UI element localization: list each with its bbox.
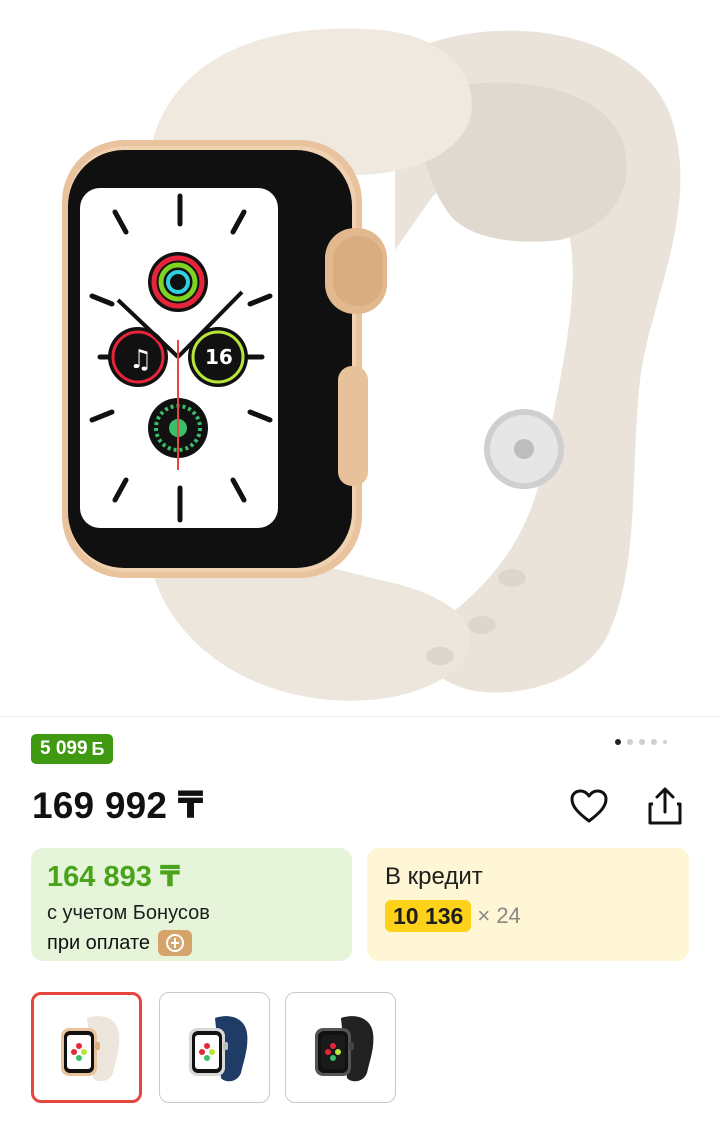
credit-monthly-amount: 10 136: [385, 900, 472, 932]
bonus-currency: Б: [91, 739, 105, 759]
watch-thumbnail-icon: [60, 1015, 119, 1081]
watch-thumbnail-icon: [188, 1015, 247, 1081]
bonus-badge: 5 099 Б: [31, 734, 114, 764]
credit-title: В кредит: [385, 863, 483, 890]
product-page: ♫ 16 5 099 Б 169 992 ₸ 164 893 ₸ с учето…: [0, 0, 720, 1130]
product-image-gallery[interactable]: ♫ 16: [0, 0, 720, 716]
apple-watch-image: ♫ 16: [62, 28, 681, 701]
variant-thumb-midnight[interactable]: [285, 992, 396, 1103]
credit-offer-card[interactable]: В кредит 10 136 × 24: [367, 848, 689, 961]
kaspi-pay-icon: [158, 930, 193, 956]
variant-thumb-blue[interactable]: [159, 992, 270, 1103]
pager-dot[interactable]: [651, 739, 657, 745]
credit-row: 10 136 × 24: [385, 900, 671, 932]
svg-text:♫: ♫: [129, 345, 152, 375]
bonus-amount: 5 099: [40, 738, 88, 759]
gallery-pager: [615, 737, 667, 747]
watch-thumbnail-icon: [314, 1015, 373, 1081]
variant-thumb-starlight[interactable]: [31, 992, 142, 1103]
credit-term: × 24: [477, 903, 521, 928]
share-icon: [648, 787, 682, 825]
bonus-offer-card[interactable]: 164 893 ₸ с учетом Бонусов при оплате: [31, 848, 352, 961]
bonus-note-line1: с учетом Бонусов: [47, 902, 210, 924]
pager-dot[interactable]: [639, 739, 645, 745]
bonus-note-line2: при оплате: [47, 932, 151, 954]
svg-text:16: 16: [205, 345, 233, 369]
favorite-button[interactable]: [567, 782, 611, 830]
bonus-price: 164 893 ₸: [47, 861, 181, 893]
pager-dot-active[interactable]: [615, 739, 621, 745]
product-price: 169 992 ₸: [32, 785, 204, 826]
share-button[interactable]: [643, 782, 687, 830]
divider: [0, 716, 720, 717]
heart-icon: [570, 789, 608, 823]
pager-dot[interactable]: [663, 740, 667, 744]
pager-dot[interactable]: [627, 739, 633, 745]
bonus-note-row: при оплате: [47, 928, 336, 958]
